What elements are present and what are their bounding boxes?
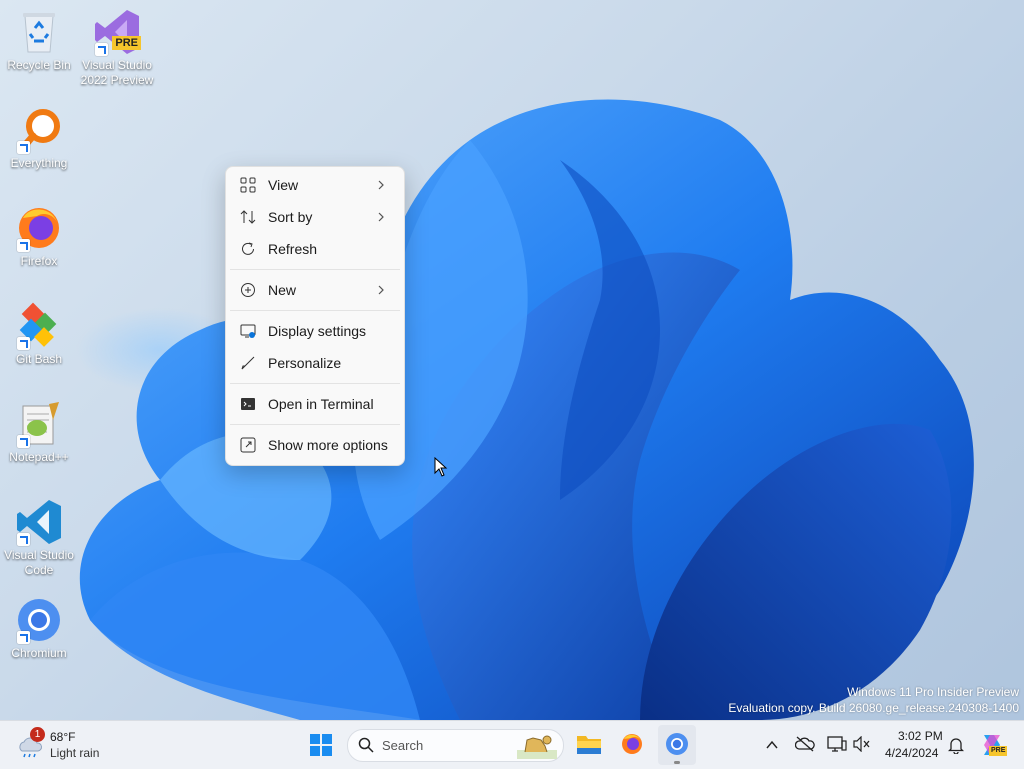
desktop-icon-visual-studio-code[interactable]: Visual Studio Code [0,498,78,578]
menu-separator [230,269,400,270]
desktop-icon-visual-studio-2022-preview[interactable]: PRE Visual Studio 2022 Preview [78,8,156,88]
weather-condition: Light rain [50,746,100,760]
menu-separator [230,310,400,311]
search-highlight-icon [517,735,557,759]
display-icon [240,324,256,338]
running-indicator [674,761,680,764]
desktop-icon-label: Git Bash [15,352,63,366]
shortcut-arrow-icon [17,141,30,154]
menu-item-view[interactable]: View [230,170,400,200]
menu-item-display-settings[interactable]: Display settings [230,316,400,346]
chevron-up-icon[interactable] [765,739,779,751]
chevron-right-icon [378,212,384,222]
copilot-button[interactable]: PRE [978,731,1008,759]
desktop-icon-label: Recycle Bin [7,58,71,72]
desktop-icon-firefox[interactable]: Firefox [0,204,78,269]
shortcut-arrow-icon [95,43,108,56]
menu-item-label: Personalize [268,355,342,371]
terminal-icon [241,398,255,410]
desktop-icon-chromium[interactable]: Chromium [0,596,78,661]
shortcut-arrow-icon [17,239,30,252]
menu-item-show-more-options[interactable]: Show more options [230,430,400,460]
onedrive-offline-icon[interactable] [795,736,815,752]
desktop-context-menu: View Sort by Refresh New Display setting… [225,166,405,466]
notification-bell-icon[interactable] [948,736,964,754]
menu-item-personalize[interactable]: Personalize [230,348,400,378]
taskbar-search-box[interactable]: Search [347,729,564,762]
search-icon [358,737,374,753]
weather-alert-badge: 1 [30,727,45,742]
more-options-icon [240,437,256,453]
chevron-right-icon [378,180,384,190]
chromium-taskbar-icon [666,733,688,755]
desktop-icon-notepad-plus-plus[interactable]: Notepad++ [0,400,78,465]
sort-icon [240,210,256,224]
copilot-preview-badge: PRE [989,746,1008,756]
volume-muted-icon[interactable] [853,736,871,752]
menu-separator [230,383,400,384]
firefox-taskbar-icon[interactable] [620,732,644,756]
brush-icon [241,356,255,370]
watermark-line2: Evaluation copy. Build 26080.ge_release.… [728,701,1019,715]
mouse-cursor-icon [434,457,448,477]
file-explorer-icon[interactable] [576,733,602,755]
menu-separator [230,424,400,425]
desktop-icon-label: Notepad++ [9,450,69,464]
menu-item-label: Sort by [268,209,313,225]
desktop-icon-label: Everything [10,156,68,170]
refresh-icon [242,242,254,255]
view-grid-icon [240,177,256,193]
desktop-wallpaper [79,99,974,720]
clock-time[interactable]: 3:02 PM [898,729,943,743]
desktop-icon-label: Chromium [11,646,67,660]
menu-item-refresh[interactable]: Refresh [230,234,400,264]
weather-widget[interactable]: 1 68°F Light rain [14,727,114,763]
desktop-icon-label: Visual Studio [82,58,152,72]
clock-date[interactable]: 4/24/2024 [885,746,938,760]
shortcut-arrow-icon [17,435,30,448]
menu-item-label: View [268,177,299,193]
search-placeholder: Search [382,738,424,753]
plus-circle-icon [241,283,255,297]
desktop-icon-label-line2: 2022 Preview [80,73,154,87]
menu-item-label: Open in Terminal [268,396,374,412]
chevron-right-icon [378,285,384,295]
taskbar: 1 68°F Light rain Search 3:02 PM 4/24/20… [0,720,1024,769]
desktop-icon-label-line2: Code [24,563,54,577]
menu-item-label: Show more options [268,437,388,453]
desktop-icon-recycle-bin[interactable]: Recycle Bin [0,8,78,73]
recycle-bin-icon [23,13,55,53]
preview-badge: PRE [112,36,141,50]
chromium-taskbar-button[interactable] [658,725,696,765]
shortcut-arrow-icon [17,631,30,644]
network-display-icon[interactable] [827,735,847,753]
weather-temperature: 68°F [50,730,76,744]
menu-item-new[interactable]: New [230,275,400,305]
shortcut-arrow-icon [17,533,30,546]
windows-start-icon[interactable] [309,733,333,757]
desktop-icon-git-bash[interactable]: Git Bash [0,302,78,367]
desktop-icon-label: Visual Studio [4,548,74,562]
shortcut-arrow-icon [17,337,30,350]
menu-item-open-in-terminal[interactable]: Open in Terminal [230,389,400,419]
menu-item-label: New [268,282,297,298]
menu-item-label: Display settings [268,323,367,339]
desktop-icon-label: Firefox [20,254,58,268]
desktop-icon-everything[interactable]: Everything [0,106,78,171]
menu-item-sort-by[interactable]: Sort by [230,202,400,232]
menu-item-label: Refresh [268,241,318,257]
watermark-line1: Windows 11 Pro Insider Preview [847,685,1019,699]
